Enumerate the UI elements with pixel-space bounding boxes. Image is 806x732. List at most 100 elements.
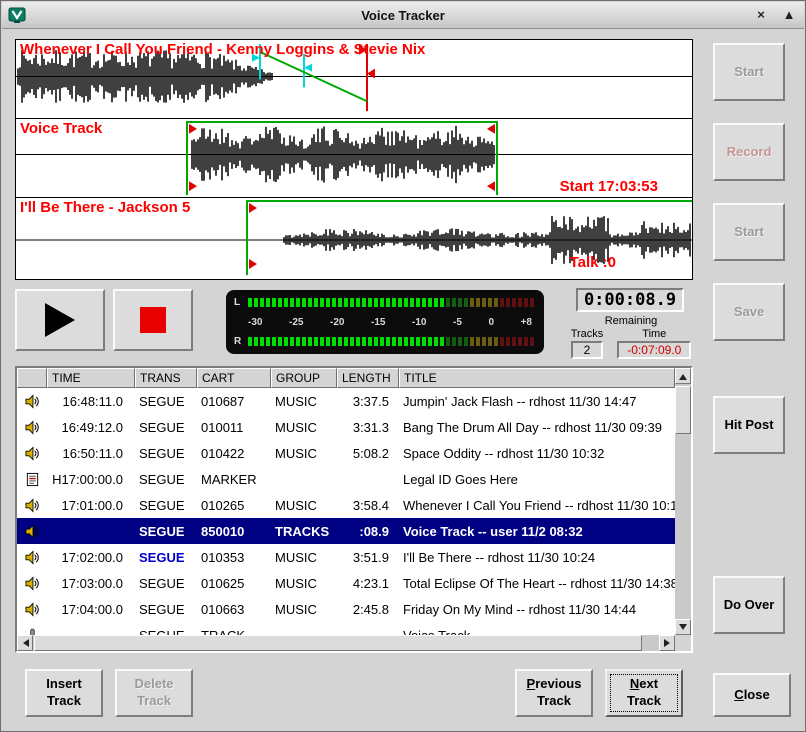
header-cart[interactable]: CART — [197, 368, 271, 388]
led-segment — [320, 337, 324, 346]
log-row[interactable]: H17:00:00.0SEGUEMARKERLegal ID Goes Here — [17, 466, 675, 492]
led-segment — [494, 337, 498, 346]
header-time[interactable]: TIME — [47, 368, 135, 388]
scale-tick: -20 — [330, 317, 344, 328]
log-row[interactable]: 17:03:00.0SEGUE010625MUSIC4:23.1Total Ec… — [17, 570, 675, 596]
start-button-2[interactable]: Start — [713, 203, 785, 261]
end-marker-handle[interactable] — [367, 69, 375, 79]
track-marker-handle[interactable] — [249, 259, 257, 269]
play-button[interactable] — [15, 289, 105, 351]
start-button-1[interactable]: Start — [713, 43, 785, 101]
horizontal-scrollbar[interactable] — [17, 635, 675, 651]
led-segment — [248, 298, 252, 307]
previous-track-button[interactable]: Previous Track — [515, 669, 593, 717]
led-segment — [452, 298, 456, 307]
hit-post-button[interactable]: Hit Post — [713, 396, 785, 454]
log-row[interactable]: 16:49:12.0SEGUE010011MUSIC3:31.3Bang The… — [17, 414, 675, 440]
app-icon[interactable] — [8, 6, 26, 24]
led-segment — [350, 337, 354, 346]
cell-group: MUSIC — [271, 420, 337, 435]
cell-trans: SEGUE — [135, 420, 197, 435]
titlebar[interactable]: Voice Tracker × ▲ — [2, 2, 804, 29]
led-segment — [374, 337, 378, 346]
do-over-button[interactable]: Do Over — [713, 576, 785, 634]
log-row[interactable]: 16:48:11.0SEGUE010687MUSIC3:37.5Jumpin' … — [17, 388, 675, 414]
cell-length: 2:45.8 — [337, 602, 399, 617]
save-button[interactable]: Save — [713, 283, 785, 341]
cell-group: MUSIC — [271, 394, 337, 409]
record-button[interactable]: Record — [713, 123, 785, 181]
log-row[interactable]: 17:01:00.0SEGUE010265MUSIC3:58.4Whenever… — [17, 492, 675, 518]
track-marker-handle[interactable] — [487, 124, 495, 134]
speaker-icon — [17, 550, 47, 565]
scale-tick: -5 — [453, 317, 462, 328]
led-segment — [308, 298, 312, 307]
log-row[interactable]: 17:04:00.0SEGUE010663MUSIC2:45.8Friday O… — [17, 596, 675, 622]
header-icon[interactable] — [17, 368, 47, 388]
cell-time: 17:04:00.0 — [47, 602, 135, 617]
log-row[interactable]: 16:50:11.0SEGUE010422MUSIC5:08.2Space Od… — [17, 440, 675, 466]
vertical-scrollbar[interactable] — [675, 368, 691, 635]
tracker-panel: Whenever I Call You Friend - Kenny Loggi… — [15, 39, 693, 280]
cell-time: 16:49:12.0 — [47, 420, 135, 435]
track-marker-handle[interactable] — [487, 181, 495, 191]
header-title[interactable]: TITLE — [399, 368, 675, 388]
log-row[interactable]: SEGUETRACKVoice Track — [17, 622, 675, 635]
header-length[interactable]: LENGTH — [337, 368, 399, 388]
log-row[interactable]: SEGUE850010TRACKS:08.9Voice Track -- use… — [17, 518, 675, 544]
led-segment — [374, 298, 378, 307]
close-button[interactable]: Close — [713, 673, 791, 717]
scroll-right-button[interactable] — [659, 635, 675, 651]
scroll-down-button[interactable] — [675, 619, 691, 635]
header-group[interactable]: GROUP — [271, 368, 337, 388]
delete-track-button[interactable]: Delete Track — [115, 669, 193, 717]
next-track-button[interactable]: Next Track — [605, 669, 683, 717]
led-segment — [398, 298, 402, 307]
cell-trans: SEGUE — [135, 602, 197, 617]
led-segment — [296, 298, 300, 307]
led-segment — [254, 337, 258, 346]
led-segment — [518, 298, 522, 307]
led-segment — [512, 337, 516, 346]
shade-icon[interactable]: ▲ — [780, 6, 798, 24]
cell-cart: 010265 — [197, 498, 271, 513]
stop-button[interactable] — [113, 289, 193, 351]
led-segment — [302, 298, 306, 307]
fade-handle[interactable] — [304, 64, 312, 72]
delete-track-label-2: Track — [137, 693, 171, 710]
track-1[interactable]: Whenever I Call You Friend - Kenny Loggi… — [16, 40, 692, 119]
led-segment — [440, 298, 444, 307]
cell-title: Jumpin' Jack Flash -- rdhost 11/30 14:47 — [399, 394, 675, 409]
scroll-up-button[interactable] — [675, 368, 691, 384]
track-3[interactable]: I'll Be There - Jackson 5 Talk :0 — [16, 198, 692, 277]
scroll-left-button[interactable] — [17, 635, 33, 651]
insert-track-button[interactable]: Insert Track — [25, 669, 103, 717]
cell-group: MUSIC — [271, 498, 337, 513]
cell-cart: 010011 — [197, 420, 271, 435]
led-segment — [266, 298, 270, 307]
vertical-scroll-thumb[interactable] — [675, 386, 691, 434]
track-marker-handle[interactable] — [189, 124, 197, 134]
track-2-start-time: Start 17:03:53 — [560, 178, 658, 195]
cell-title: Voice Track -- user 11/2 08:32 — [399, 524, 675, 539]
track-2[interactable]: Voice Track Start 17:03:53 — [16, 119, 692, 198]
led-segment — [290, 337, 294, 346]
arrow-up-icon — [679, 370, 687, 380]
led-segment — [422, 298, 426, 307]
led-segment — [488, 298, 492, 307]
header-trans[interactable]: TRANS — [135, 368, 197, 388]
led-segment — [338, 298, 342, 307]
led-segment — [410, 298, 414, 307]
scrollbar-corner — [675, 635, 691, 651]
track-3-talk-time: Talk :0 — [570, 254, 616, 271]
horizontal-scroll-thumb[interactable] — [34, 635, 642, 651]
cell-title: I'll Be There -- rdhost 11/30 10:24 — [399, 550, 675, 565]
voice-tracker-window: Voice Tracker × ▲ Whenever I Call You Fr… — [0, 0, 806, 732]
scale-tick: -15 — [371, 317, 385, 328]
track-marker-handle[interactable] — [189, 181, 197, 191]
track-marker-handle[interactable] — [249, 203, 257, 213]
close-icon[interactable]: × — [752, 6, 770, 24]
app-logo — [8, 6, 26, 24]
log-row[interactable]: 17:02:00.0SEGUE010353MUSIC3:51.9I'll Be … — [17, 544, 675, 570]
delete-track-label-1: Delete — [134, 676, 173, 693]
